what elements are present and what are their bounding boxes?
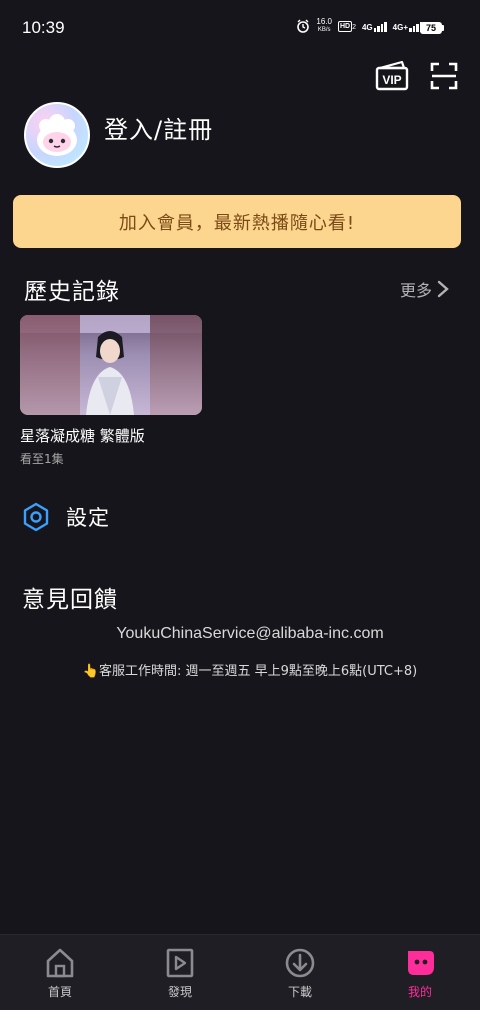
avatar-mascot-icon [37,114,77,156]
status-bar: 10:39 16.0 KB/s HD 2 4G 4G+ 75 [0,0,480,56]
download-icon [285,948,315,978]
hd-indicator: HD 2 [337,20,356,32]
network-speed: 16.0 KB/s [316,18,332,34]
settings-icon [23,502,49,532]
nav-discover[interactable]: 發現 [120,935,240,1010]
history-item[interactable]: 星落凝成糖 繁體版 看至1集 [20,315,202,467]
hd-sub: 2 [352,23,356,31]
nav-download-label: 下載 [287,985,312,999]
feedback-title[interactable]: 意見回饋 [22,580,118,614]
signal-1: 4G [362,20,387,32]
signal-bars-1-icon [373,20,387,32]
thumbnail-figure [86,331,134,415]
network-speed-unit: KB/s [317,27,331,33]
vip-button[interactable]: VIP [374,60,410,92]
vip-icon: VIP [375,60,409,91]
feedback-hours: 👆客服工作時間: 週一至週五 早上9點至晚上6點(UTC+8) [82,664,418,679]
hd-label: HD [337,20,353,32]
nav-discover-label: 發現 [167,985,192,999]
history-item-progress: 看至1集 [20,452,64,466]
status-icons: 16.0 KB/s HD 2 4G 4G+ [296,18,422,34]
chevron-right-icon [437,280,449,298]
history-title: 歷史記錄 [24,279,120,305]
feedback-email[interactable]: YoukuChinaService@alibaba-inc.com [0,625,480,643]
more-label: 更多 [400,281,433,300]
scan-icon [430,62,458,90]
nav-profile[interactable]: 我的 [360,935,480,1010]
discover-icon [166,948,194,978]
vip-icon-text: VIP [382,73,401,87]
signal-2: 4G+ [393,20,422,32]
settings-row[interactable]: 設定 [22,502,110,532]
vip-banner-text: 加入會員，最新熱播隨心看! [118,212,356,234]
nav-home[interactable]: 首頁 [0,935,120,1010]
profile-page: 10:39 16.0 KB/s HD 2 4G 4G+ 75 VIP 登入/註冊… [0,0,480,1010]
nav-home-label: 首頁 [47,985,72,999]
avatar[interactable] [24,102,90,168]
home-icon [46,948,74,978]
scan-button[interactable] [430,62,458,90]
settings-label: 設定 [66,506,110,530]
history-item-title: 星落凝成糖 繁體版 [20,427,145,445]
network-type-1: 4G [361,23,373,32]
alarm-icon [297,19,310,33]
bottom-nav: 首頁 發現 下載 我的 [0,934,480,1010]
login-register-link[interactable]: 登入/註冊 [104,110,213,145]
nav-profile-label: 我的 [407,985,432,999]
history-thumbnail[interactable] [20,315,202,415]
status-time: 10:39 [22,18,65,37]
network-speed-value: 16.0 [316,17,332,26]
nav-download[interactable]: 下載 [240,935,360,1010]
profile-icon [408,951,434,975]
battery-level: 75 [420,22,442,34]
network-type-2: 4G+ [392,23,408,32]
history-more-link[interactable]: 更多 [400,277,450,301]
vip-join-banner[interactable]: 加入會員，最新熱播隨心看! [13,195,461,248]
